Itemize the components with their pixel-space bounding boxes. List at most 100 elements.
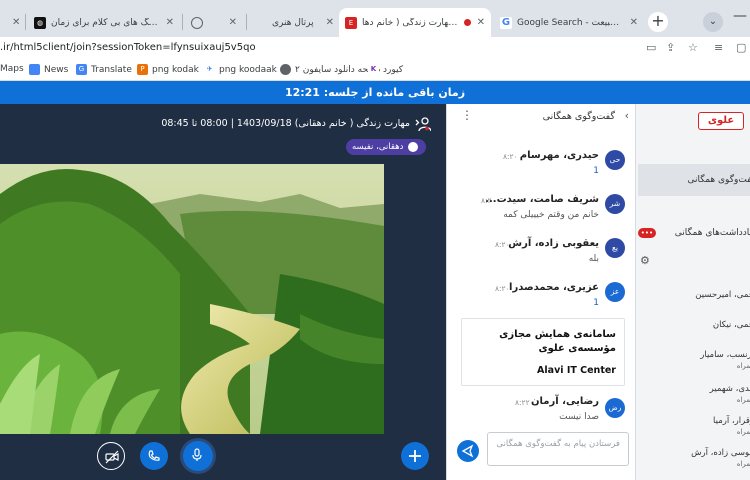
esp-favicon-icon: E: [345, 16, 357, 29]
message-time: ۸:۲۰: [495, 240, 510, 249]
bookmark-label: News: [44, 64, 69, 75]
microphone-icon: [408, 142, 419, 152]
card-line-2: مؤسسه‌ی علوی: [538, 343, 616, 354]
sidebar-item-public-chat[interactable]: گفت‌وگوی همگانی: [638, 164, 750, 196]
message-time: ۸:۲۰: [481, 196, 496, 205]
bookmark-png-koodaak[interactable]: ✈ png koodaak: [204, 64, 277, 75]
user-settings-icon[interactable]: [415, 116, 431, 132]
tab-partial[interactable]: ✕: [0, 8, 25, 37]
tab-title: هنری - مهارت زندگی ( خانم دها...: [362, 17, 460, 28]
message-sender: یعقوبی زاده، آرش: [508, 238, 599, 249]
reading-list-icon[interactable]: ≡: [714, 41, 723, 54]
bookmark-png-kodak[interactable]: P png kodak: [137, 64, 199, 75]
plus-icon: [409, 450, 421, 462]
actions-plus-button[interactable]: [401, 442, 429, 470]
close-icon[interactable]: ✕: [160, 17, 174, 28]
user-list-item[interactable]: مدی، شهمیر همراه: [636, 384, 750, 414]
bookmark-star-icon[interactable]: ☆: [688, 41, 698, 54]
message-text: بله: [588, 254, 599, 264]
tab-separator: [182, 14, 183, 30]
kebab-menu-icon[interactable]: ⋮: [461, 108, 473, 122]
url-field[interactable]: .ir/html5client/join?sessionToken=lfynsu…: [0, 42, 256, 53]
tab-google-search[interactable]: G Google Search - تصویر طبیعت ✕: [494, 8, 644, 37]
browser-tab-strip: ✕ ◍ پلی لیست آهنگ های بی کلام برای زمان …: [0, 0, 750, 37]
close-icon[interactable]: ✕: [223, 17, 237, 28]
tab-title: Google Search - تصویر طبیعت: [517, 17, 624, 28]
sidebar-item-label: یادداشت‌های همگانی: [674, 228, 750, 238]
tab-music-playlist[interactable]: ◍ پلی لیست آهنگ های بی کلام برای زمان ✕: [28, 8, 180, 37]
message-time: ۸:۲۲: [515, 398, 530, 407]
chevron-left-icon[interactable]: ‹: [625, 109, 629, 122]
chat-title: گفت‌وگوی همگانی: [542, 111, 615, 122]
user-role: همراه: [736, 460, 750, 468]
translate-icon: G: [76, 64, 87, 75]
globe-icon: [280, 64, 291, 75]
alavi-logo: علوی: [698, 112, 744, 130]
leave-audio-button[interactable]: [140, 442, 168, 470]
chat-message: حی حیدری، مهرسام ۸:۲۰ 1: [455, 146, 627, 190]
share-icon[interactable]: ⇪: [666, 41, 675, 54]
chat-message-input[interactable]: فرستادن پیام به گفت‌وگوی همگانی: [487, 432, 629, 466]
presenter-name: دهقانی، نفیسه: [352, 142, 404, 152]
phone-icon: [148, 450, 160, 461]
tab-favicon-icon: ◍: [34, 16, 46, 29]
user-list-item[interactable]: خمی، امیرحسین: [636, 290, 750, 320]
bookmark-label: png koodaak: [219, 64, 277, 75]
chat-message: یع یعقوبی زاده، آرش ۸:۲۰ بله: [455, 234, 627, 278]
card-line-3: Alavi IT Center: [537, 365, 616, 376]
address-bar: .ir/html5client/join?sessionToken=lfynsu…: [0, 37, 750, 60]
message-time: ۸:۲۰: [503, 152, 518, 161]
bookmark-psiphon[interactable]: صفحه دانلود سایفون ۲: [280, 64, 381, 75]
minimize-icon[interactable]: —: [733, 8, 747, 24]
bookmark-news[interactable]: News: [29, 64, 68, 75]
chat-message: رض رضایی، آرمان ۸:۲۲ صدا نیست: [455, 392, 627, 430]
tab-separator: [246, 14, 247, 30]
tab-title: پلی لیست آهنگ های بی کلام برای زمان: [51, 17, 160, 28]
user-list-item[interactable]: موسی زاده، آرش همراه: [636, 448, 750, 478]
user-name: مدی، شهمیر: [709, 384, 750, 394]
close-icon[interactable]: ✕: [6, 17, 20, 28]
user-list-item[interactable]: ارنسب، سامیار همراه: [636, 350, 750, 380]
notification-badge: •••: [638, 228, 656, 238]
gear-icon[interactable]: ⚙: [640, 254, 650, 267]
user-name: رقرار، آرمیا: [713, 416, 750, 426]
tab-title: پرتال هنری: [272, 17, 314, 28]
message-text: صدا نیست: [559, 412, 599, 422]
user-name: ارنسب، سامیار: [700, 350, 750, 360]
user-list-item[interactable]: رقرار، آرمیا همراه: [636, 416, 750, 446]
sidebar-item-shared-notes[interactable]: ••• یادداشت‌های همگانی: [636, 226, 750, 244]
bookmark-maps[interactable]: Maps: [0, 64, 24, 74]
message-text: 1: [593, 298, 599, 308]
welcome-card: سامانه‌ی همایش مجازی مؤسسه‌ی علوی Alavi …: [461, 318, 625, 386]
bookmark-label: Maps: [0, 64, 24, 74]
koodaak-icon: ✈: [204, 64, 215, 75]
presentation-title: مهارت زندگی ( خانم دهقانی) 1403/09/18 | …: [161, 118, 410, 129]
close-icon[interactable]: ✕: [624, 17, 638, 28]
close-icon[interactable]: ✕: [320, 17, 334, 28]
share-webcam-button[interactable]: [97, 442, 125, 470]
extensions-icon[interactable]: ▢: [736, 41, 746, 54]
user-role: همراه: [736, 362, 750, 370]
bookmark-label: کیورد: [383, 64, 404, 75]
tab-active-session[interactable]: E هنری - مهارت زندگی ( خانم دها... ✕: [339, 8, 491, 37]
chat-message-list[interactable]: حی حیدری، مهرسام ۸:۲۰ 1 شر شریف صامت، سی…: [455, 138, 627, 430]
video-off-icon: [105, 450, 119, 464]
kodak-icon: P: [137, 64, 148, 75]
user-list-item[interactable]: حمی، نیکان: [636, 320, 750, 350]
session-timer-banner: زمان باقی مانده از جلسه: 12:21: [0, 81, 750, 104]
user-role: همراه: [736, 396, 750, 404]
close-icon[interactable]: ✕: [471, 17, 485, 28]
send-message-button[interactable]: [457, 440, 479, 462]
avatar: شر: [605, 194, 625, 214]
tab-portal-honari[interactable]: پرتال هنری ✕: [250, 8, 340, 37]
chat-header: ⋮ گفت‌وگوی همگانی ‹: [447, 104, 637, 130]
tab-untitled[interactable]: ✕: [185, 8, 243, 37]
bookmark-keyword[interactable]: K کیورد: [368, 64, 403, 75]
mute-microphone-button[interactable]: [183, 441, 213, 471]
cast-icon[interactable]: ▭: [646, 41, 656, 54]
message-sender: عزیری، محمدصدرا: [509, 282, 599, 293]
bookmark-translate[interactable]: G Translate: [76, 64, 132, 75]
user-role: همراه: [736, 428, 750, 436]
tab-search-chevron-icon[interactable]: ⌄: [703, 12, 723, 32]
new-tab-button[interactable]: +: [648, 12, 668, 32]
